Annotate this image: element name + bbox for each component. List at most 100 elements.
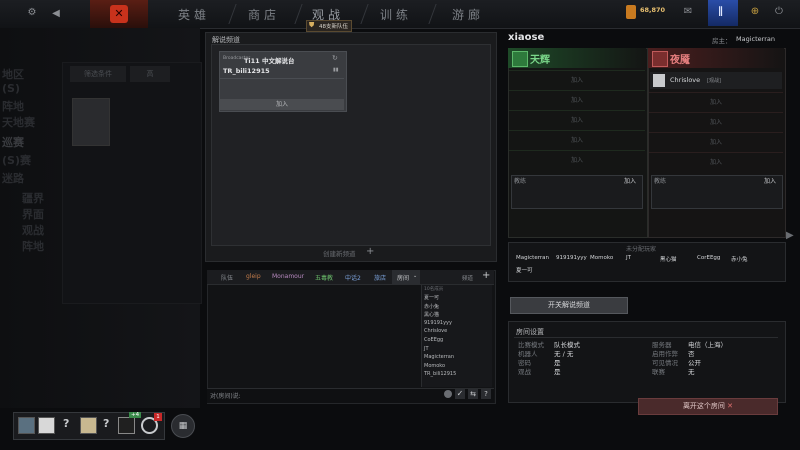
party-avatar[interactable] xyxy=(118,417,135,434)
mail-icon[interactable]: ✉ xyxy=(680,6,696,17)
user-list-item[interactable]: Magicterran xyxy=(424,354,454,360)
dire-emblem-icon xyxy=(652,51,668,67)
channel-filter-label[interactable]: 频道 xyxy=(462,274,473,282)
radiant-join-slot[interactable]: 加入 xyxy=(509,110,645,130)
nav-tab-learn[interactable]: 训练 xyxy=(380,6,412,23)
nav-tab-store[interactable]: 商店 xyxy=(248,6,280,23)
friends-icon[interactable]: ▦ xyxy=(171,414,195,438)
toggle-broadcast-button[interactable]: 开关解说频道 xyxy=(510,297,628,314)
close-icon: ✕ xyxy=(727,402,734,410)
unassigned-player[interactable]: JT xyxy=(626,255,631,261)
dota-logo-button[interactable]: ✕ xyxy=(90,0,148,28)
dire-join-slot[interactable]: 加入 xyxy=(649,152,783,172)
user-list-item[interactable]: CoEEgg xyxy=(424,337,443,343)
ghost-hero-portrait xyxy=(72,98,110,146)
chat-tab[interactable]: gleip xyxy=(246,273,261,280)
dire-coach-join[interactable]: 加入 xyxy=(764,176,776,185)
unassigned-player[interactable]: 黑心猫 xyxy=(660,255,677,263)
currency-amount: 68,870 xyxy=(640,6,666,14)
dire-coach-label: 教练 xyxy=(654,178,667,185)
divider xyxy=(220,78,344,79)
user-list-item[interactable]: Chrislove xyxy=(424,328,447,334)
join-channel-button[interactable]: 加入 xyxy=(220,99,344,110)
empty-slot-icon[interactable]: ? xyxy=(63,417,69,430)
ghost-label: 巡赛 xyxy=(2,136,24,149)
user-list-header: 10名成员 xyxy=(424,287,444,292)
user-list-item[interactable]: 夏一可 xyxy=(424,294,439,301)
user-list-item[interactable]: Momoko xyxy=(424,363,445,369)
ghost-label: 天地赛 xyxy=(2,116,35,129)
unassigned-player[interactable]: 夏一可 xyxy=(516,266,533,274)
plus-level-icon[interactable]: ⊕ xyxy=(748,6,762,17)
swap-icon[interactable]: ⇆ xyxy=(468,389,478,399)
chevron-down-icon[interactable]: ⌄ xyxy=(413,273,417,279)
chat-tab[interactable]: 队伍 xyxy=(221,273,233,282)
party-avatar[interactable] xyxy=(80,417,97,434)
ghost-label: 阵地 xyxy=(22,240,44,253)
chevron-right-icon[interactable]: ▶ xyxy=(786,230,794,241)
unassigned-player[interactable]: CorEEgg xyxy=(697,255,720,261)
check-icon[interactable]: ✓ xyxy=(455,389,465,399)
radiant-join-slot[interactable]: 加入 xyxy=(509,150,645,170)
chat-tab[interactable]: 中话2 xyxy=(345,273,361,282)
back-arrow-icon[interactable]: ◀ xyxy=(50,8,62,19)
party-avatar[interactable] xyxy=(38,417,55,434)
create-channel-label[interactable]: 创建新频道 xyxy=(323,248,356,258)
dire-player-name: Chrislove xyxy=(670,76,701,84)
dire-player-tag: [观战] xyxy=(707,78,721,84)
empty-slot-icon[interactable]: ? xyxy=(103,417,109,430)
plus-icon[interactable]: + xyxy=(366,246,374,257)
unassigned-player[interactable]: 赤小兔 xyxy=(731,255,748,263)
chat-tab[interactable]: 旅店 xyxy=(374,273,386,282)
gear-icon[interactable]: ⚙ xyxy=(24,7,40,18)
radiant-join-slot[interactable]: 加入 xyxy=(509,90,645,110)
party-avatar[interactable] xyxy=(18,417,35,434)
ghost-label: 迷路 xyxy=(2,172,24,185)
radiant-join-slot[interactable]: 加入 xyxy=(509,70,645,90)
signal-icon: ▮▮ xyxy=(333,67,339,73)
dire-join-slot[interactable]: 加入 xyxy=(649,112,783,132)
unassigned-title: 未分配玩家 xyxy=(626,246,657,253)
shield-icon: ⛊ xyxy=(309,21,315,29)
unassigned-player[interactable]: 919191yyy xyxy=(556,255,587,261)
channel-name: Ti11 中文解说台 xyxy=(244,57,295,65)
radiant-coach-join[interactable]: 加入 xyxy=(624,176,636,185)
dire-join-slot[interactable]: 加入 xyxy=(649,92,783,112)
emoji-icon[interactable] xyxy=(444,390,452,398)
power-icon[interactable]: ⏻ xyxy=(772,6,786,17)
nav-tab-heroes[interactable]: 英雄 xyxy=(178,6,210,23)
unassigned-player[interactable]: Momoko xyxy=(590,255,613,261)
party-count-badge: +4 xyxy=(129,412,142,418)
chat-tab-room[interactable]: 房间 xyxy=(397,273,409,282)
lobby-title: xiaose xyxy=(508,32,545,43)
setting-key: 观战 xyxy=(518,368,531,376)
user-list-item[interactable]: TR_bili12915 xyxy=(424,371,456,377)
battle-pass-button[interactable]: ∥ xyxy=(708,0,738,26)
ghost-label: 地区 xyxy=(2,68,24,81)
dota-logo-icon: ✕ xyxy=(110,5,128,23)
chat-input-prompt: 对(房间)说: xyxy=(210,393,241,400)
chat-tab[interactable]: 五毒教 xyxy=(315,273,333,282)
user-list-item[interactable]: JT xyxy=(424,346,429,352)
ghost-label: 界面 xyxy=(22,208,44,221)
leave-lobby-button[interactable]: 离开这个房间 ✕ xyxy=(638,398,778,415)
radiant-name: 天辉 xyxy=(530,55,550,66)
user-list-item[interactable]: 黑心猫 xyxy=(424,311,439,318)
add-chat-icon[interactable]: + xyxy=(482,270,490,281)
chat-tab[interactable]: Monamour xyxy=(272,273,304,280)
user-list-item[interactable]: 919191yyy xyxy=(424,320,452,326)
dire-join-slot[interactable]: 加入 xyxy=(649,132,783,152)
unassigned-player[interactable]: Magicterran xyxy=(516,255,549,261)
help-icon[interactable]: ? xyxy=(481,389,491,399)
dire-name: 夜魇 xyxy=(670,55,690,66)
leave-lobby-label: 离开这个房间 xyxy=(682,402,725,410)
lobby-settings-panel xyxy=(508,321,786,403)
party-badge[interactable]: ⛊ 48支新队伍 xyxy=(306,20,352,32)
radiant-join-slot[interactable]: 加入 xyxy=(509,130,645,150)
nav-tab-arcade[interactable]: 游廊 xyxy=(452,6,484,23)
user-list-item[interactable]: 赤小兔 xyxy=(424,303,439,310)
notification-badge: 1 xyxy=(154,413,162,421)
host-label: 房主： xyxy=(712,37,732,45)
refresh-icon[interactable]: ↻ xyxy=(332,54,338,62)
channel-member: TR_bili12915 xyxy=(223,67,270,75)
